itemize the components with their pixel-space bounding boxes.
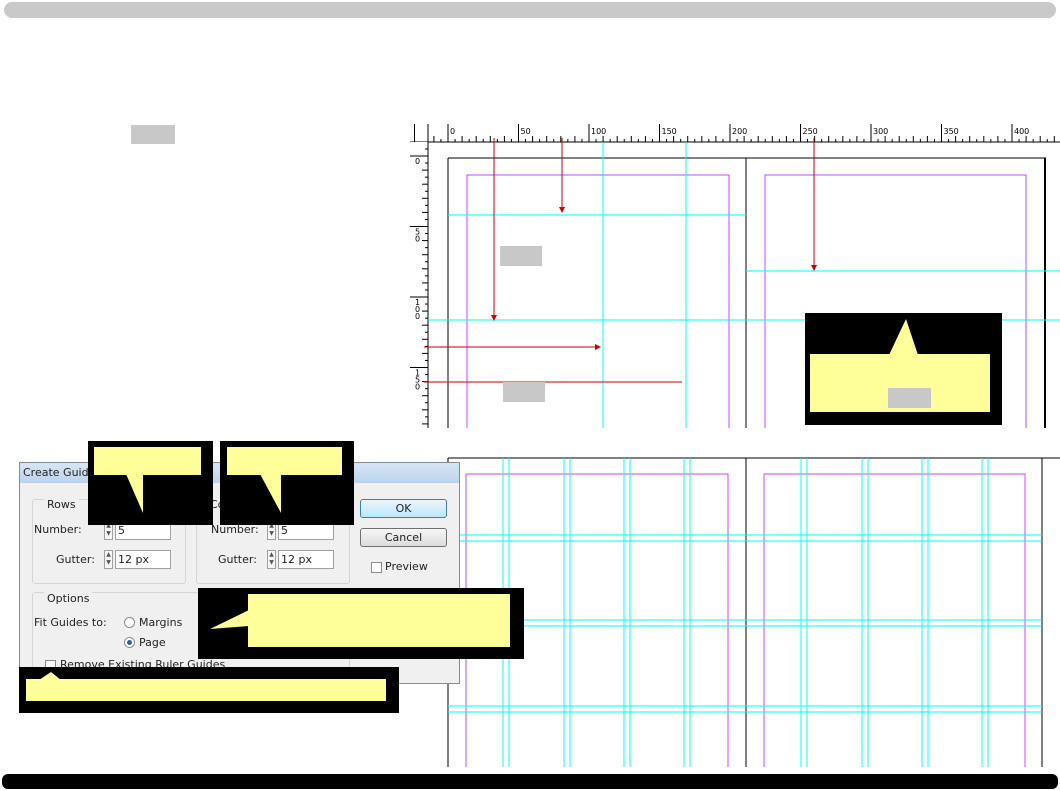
- document-view-after: [446, 455, 1060, 767]
- ruler-v-label: 0: [415, 383, 420, 392]
- ruler-h-label: 50: [521, 127, 531, 136]
- callout-pointer: [210, 610, 249, 629]
- columns-gutter-field[interactable]: 12 px: [278, 550, 334, 569]
- callout-columns: [220, 441, 354, 525]
- callout-box: [805, 313, 1002, 425]
- ruler-v-label: 0: [415, 235, 420, 244]
- rows-gutter-label: Gutter:: [56, 553, 95, 566]
- cancel-button[interactable]: Cancel: [360, 528, 447, 547]
- top-banner-bar: [4, 2, 1056, 18]
- placeholder-label: [503, 382, 545, 402]
- margins-radio[interactable]: [124, 617, 135, 628]
- rows-gutter-field[interactable]: 12 px: [115, 550, 171, 569]
- ruler-v-label: 0: [415, 157, 420, 166]
- placeholder-label: [131, 125, 175, 144]
- dialog-title: Create Guide: [23, 466, 96, 479]
- page-radio[interactable]: [124, 637, 135, 648]
- fit-guides-label: Fit Guides to:: [34, 616, 107, 629]
- callout-remove-guides: [19, 667, 399, 713]
- rows-gutter-stepper[interactable]: ▲ ▼: [104, 550, 113, 569]
- ruler-h-label: 100: [591, 127, 606, 136]
- ruler-h-label: 250: [803, 127, 818, 136]
- ruler-h-label: 150: [662, 127, 677, 136]
- ruler-h-label: 200: [732, 127, 747, 136]
- ok-button[interactable]: OK: [360, 499, 447, 518]
- rows-number-label: Number:: [34, 523, 82, 536]
- page-radio-label: Page: [139, 636, 166, 649]
- margins-radio-label: Margins: [139, 616, 183, 629]
- rows-group-label: Rows: [44, 498, 79, 511]
- bottom-banner-bar: [2, 774, 1058, 789]
- ruler-h-label: 350: [944, 127, 959, 136]
- ruler-h-label: 0: [450, 127, 455, 136]
- options-group-label: Options: [44, 592, 93, 605]
- columns-gutter-stepper[interactable]: ▲ ▼: [267, 550, 276, 569]
- callout-pointer: [260, 474, 281, 513]
- columns-gutter-label: Gutter:: [218, 553, 257, 566]
- callout-pointer: [39, 672, 61, 680]
- placeholder-label: [888, 388, 931, 408]
- document-canvas-after: [447, 457, 1060, 767]
- callout-fit-guides: [198, 588, 524, 659]
- callout-rows: [88, 441, 213, 525]
- callout-pointer: [889, 319, 918, 355]
- ruler-h-label: 400: [1014, 127, 1029, 136]
- placeholder-label: [500, 246, 542, 266]
- preview-checkbox[interactable]: [371, 562, 382, 573]
- callout-pointer: [126, 474, 143, 513]
- ruler-h-label: 300: [873, 127, 888, 136]
- preview-label: Preview: [385, 560, 428, 573]
- ruler-v-label: 0: [415, 312, 420, 321]
